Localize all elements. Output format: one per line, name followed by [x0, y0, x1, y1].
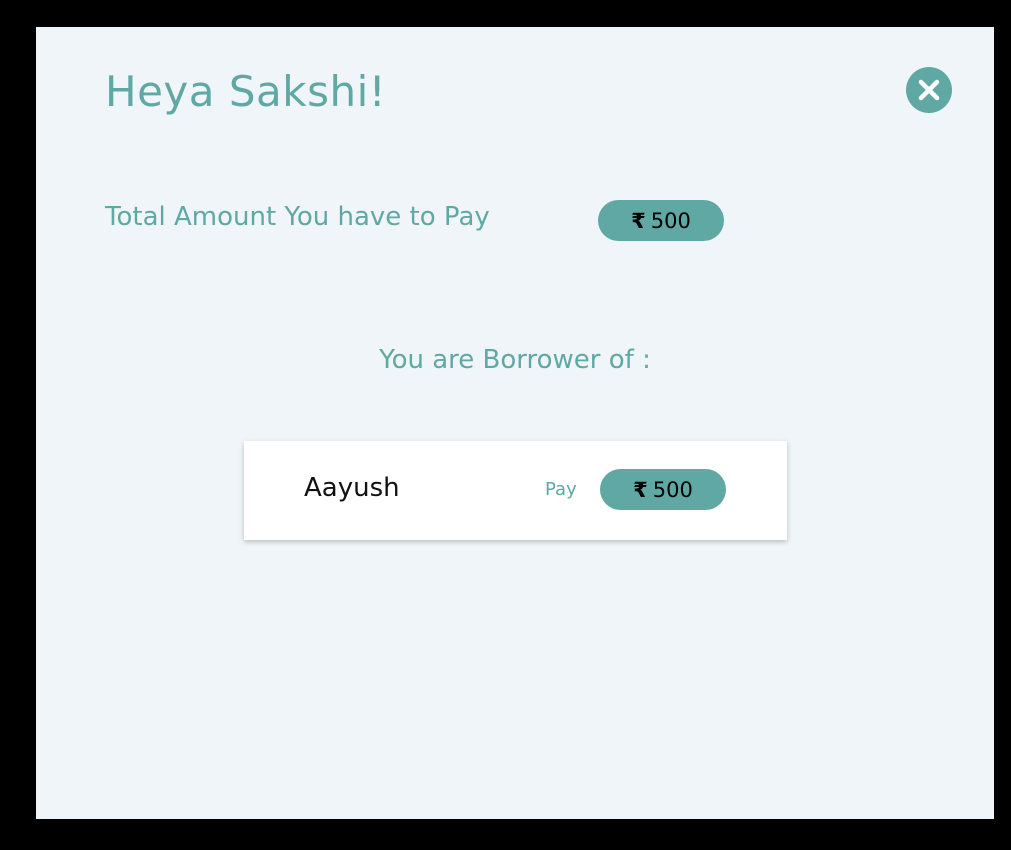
- rupee-icon: ₹: [631, 208, 646, 233]
- pay-amount-value: 500: [652, 477, 693, 502]
- close-icon: [918, 79, 940, 101]
- borrower-modal: Heya Sakshi! Total Amount You have to Pa…: [36, 27, 994, 819]
- rupee-icon: ₹: [633, 477, 648, 502]
- borrower-heading: You are Borrower of :: [379, 345, 651, 375]
- total-amount-badge: ₹ 500: [598, 200, 724, 241]
- total-amount-label: Total Amount You have to Pay: [105, 202, 490, 232]
- pay-label: Pay: [545, 479, 577, 500]
- borrower-card: Aayush Pay ₹ 500: [244, 441, 787, 540]
- pay-button[interactable]: ₹ 500: [600, 469, 726, 510]
- borrower-name: Aayush: [304, 473, 400, 503]
- total-amount-value: 500: [650, 208, 691, 233]
- greeting-title: Heya Sakshi!: [105, 67, 387, 116]
- close-button[interactable]: [906, 67, 952, 113]
